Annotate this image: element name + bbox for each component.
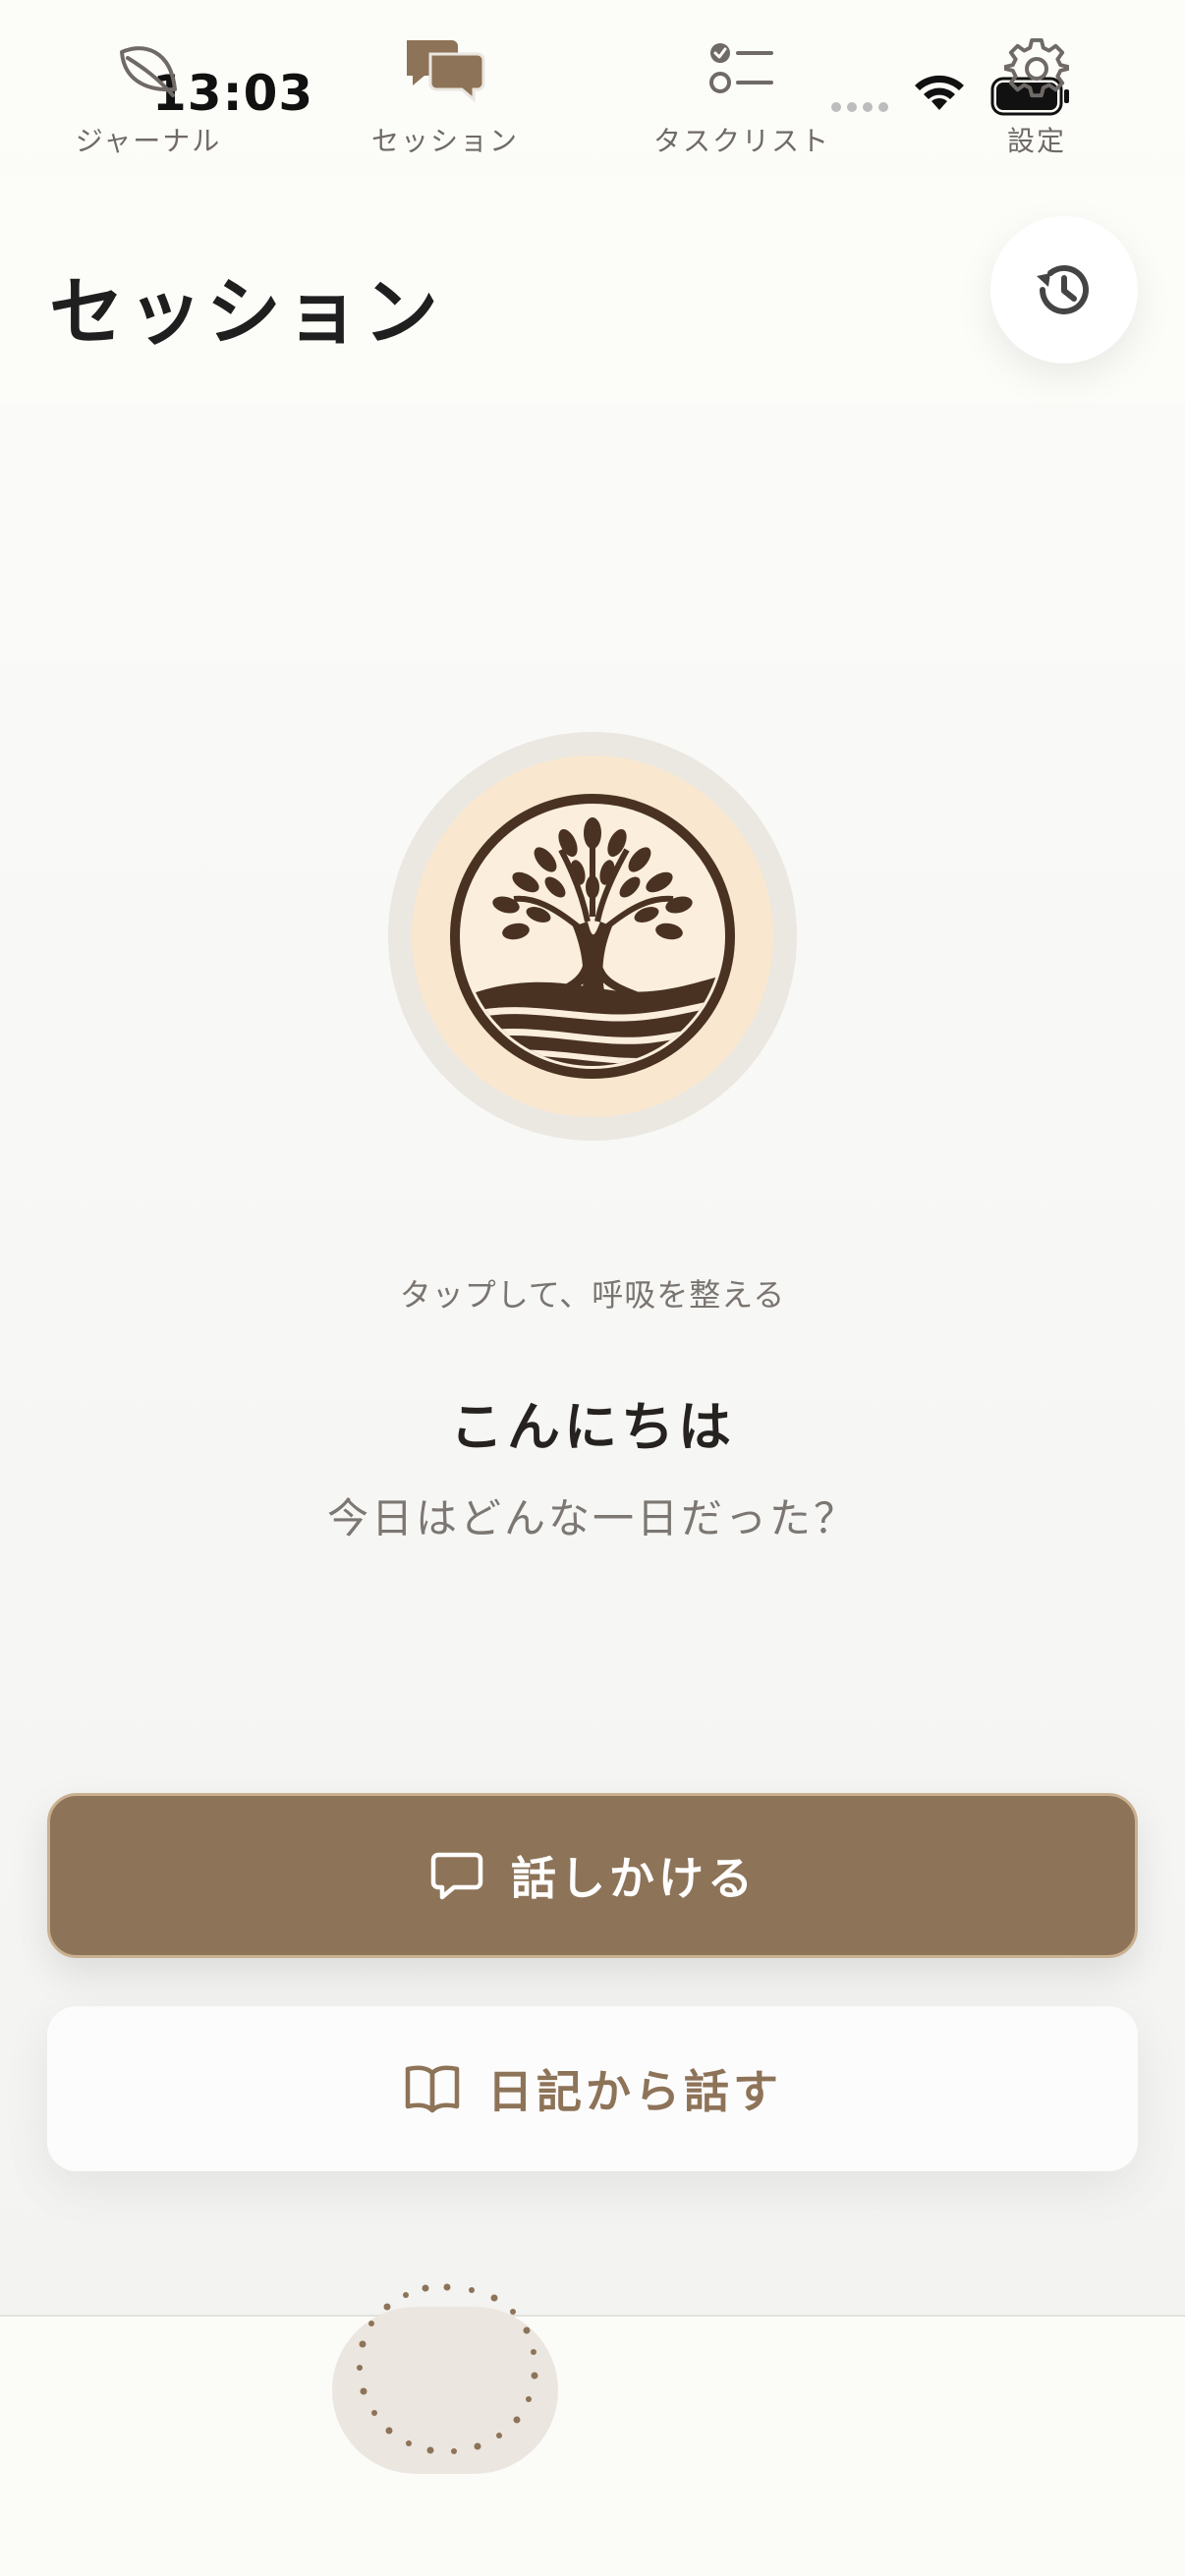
tab-settings-label: 設定 [1006,125,1066,157]
chat-bubbles-icon [401,29,489,108]
tap-hint-text: タップして、呼吸を整える [399,1276,786,1314]
tab-settings[interactable]: 設定 [888,0,1185,216]
tab-bar [0,2315,1185,2576]
diary-button-label: 日記から話す [487,2065,782,2118]
history-button[interactable] [990,216,1138,364]
tab-session[interactable]: セッション [297,0,593,216]
chat-bubble-icon [430,1852,483,1900]
tree-logo-icon [450,794,735,1079]
tab-session-label: セッション [370,125,519,157]
leaf-icon [114,29,183,108]
open-book-icon [405,2065,460,2113]
talk-button-label: 話しかける [511,1852,757,1905]
logo-inner [412,756,773,1117]
history-icon [1037,264,1089,314]
tab-journal-label: ジャーナル [75,125,222,157]
tab-journal[interactable]: ジャーナル [0,0,297,216]
greeting-subtitle: 今日はどんな一日だった？ [326,1494,858,1542]
diary-talk-button[interactable]: 日記から話す [47,2006,1138,2171]
tab-tasklist[interactable]: タスクリスト [593,0,890,216]
gear-icon [1004,29,1069,108]
tab-tasklist-label: タスクリスト [652,125,830,157]
greeting-heading: こんにちは [450,1396,735,1458]
session-screen: 13:03 セッション タップして、呼吸を整える こんにちは 今日はどんな一日だ… [0,0,1185,2576]
page-title: セッション [49,268,442,356]
breathing-dots-indicator [357,2283,538,2454]
talk-button[interactable]: 話しかける [47,1793,1138,1958]
breathing-logo-button[interactable] [388,732,797,1141]
checklist-icon [706,29,777,108]
